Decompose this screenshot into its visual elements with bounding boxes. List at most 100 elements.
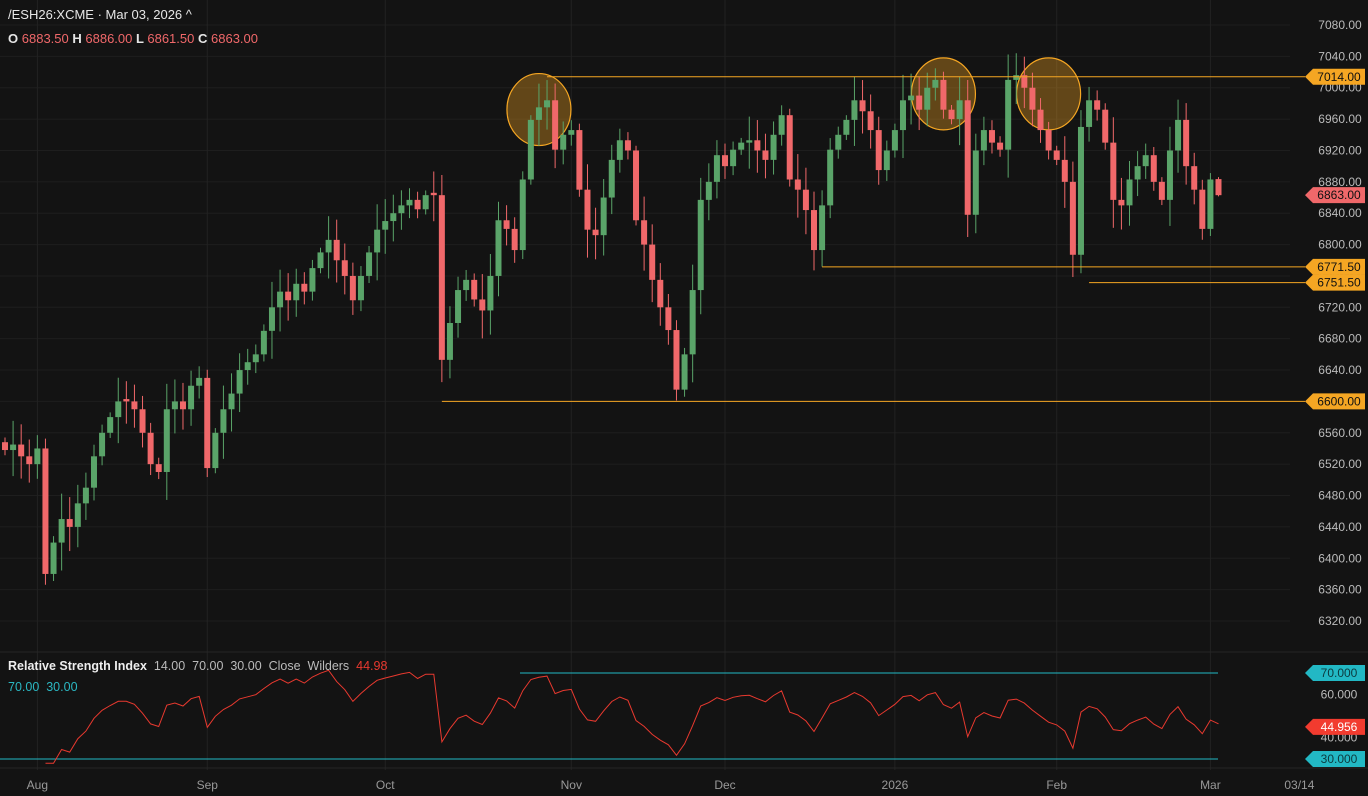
candle-up [851,100,857,120]
candle-up [1013,75,1019,80]
candle-down [1046,130,1052,150]
rsi-legend[interactable]: Relative Strength Index 14.00 70.00 30.0… [8,659,387,673]
candle-up [318,252,324,268]
candle-down [860,100,866,111]
candle-up [91,456,97,487]
symbol-title[interactable]: /ESH26:XCME · Mar 03, 2026 ^ [8,7,192,22]
candle-up [326,240,332,253]
candle-up [269,307,275,331]
level-tag-label: 6771.50 [1317,260,1361,274]
candle-down [593,230,599,235]
candle-up [957,100,963,119]
open-value: 6883.50 [22,31,69,46]
candle-up [746,140,752,142]
candle-down [1191,166,1197,190]
candle-down [18,445,24,457]
candle-down [1070,182,1076,255]
candle-up [1078,127,1084,255]
y-tick-label: 6840.00 [1318,206,1362,220]
candle-down [156,464,162,472]
x-tick-label: Sep [197,778,219,792]
candle-down [795,179,801,189]
collapse-caret-icon[interactable]: ^ [186,7,192,22]
rsi-value: 44.98 [356,659,387,673]
candle-up [487,276,493,311]
y-tick-label: 6320.00 [1318,614,1362,628]
candle-up [358,276,364,300]
candle-down [584,190,590,230]
candle-down [673,330,679,390]
y-tick-label: 6480.00 [1318,489,1362,503]
candle-down [140,409,146,433]
highlight-circle [1017,58,1081,130]
candle-down [787,115,793,179]
rsi-band-tag-label: 30.000 [1321,752,1358,766]
candle-down [1062,160,1068,182]
candle-up [536,107,542,120]
candle-up [528,120,534,180]
candle-down [471,280,477,300]
candle-down [1183,120,1189,166]
candle-up [164,409,170,472]
y-tick-label: 6720.00 [1318,300,1362,314]
candle-down [350,276,356,300]
rsi-title: Relative Strength Index [8,659,147,673]
candle-up [99,433,105,457]
candle-down [342,260,348,276]
candle-up [706,182,712,200]
candle-up [900,100,906,130]
candle-down [722,155,728,166]
y-tick-label: 6680.00 [1318,332,1362,346]
y-tick-label: 6920.00 [1318,143,1362,157]
rsi-current-label: 44.956 [1321,720,1358,734]
candle-down [26,456,32,464]
candle-down [1094,100,1100,109]
candle-up [560,135,566,150]
candle-up [455,290,461,323]
candle-up [212,433,218,468]
candle-up [423,195,429,209]
x-tick-label: Mar [1200,778,1221,792]
candle-up [779,115,785,135]
candle-down [131,401,137,409]
x-tick-label: Feb [1046,778,1067,792]
candle-up [682,354,688,389]
candle-down [2,442,8,450]
candle-down [204,378,210,468]
candle-up [115,401,121,417]
candle-down [657,280,663,307]
candle-up [1207,179,1213,228]
candle-down [576,130,582,190]
candle-up [107,417,113,433]
candle-up [617,140,623,160]
price-chart[interactable]: 6320.006360.006400.006440.006480.006520.… [0,0,1368,796]
candle-down [997,143,1003,150]
candle-up [51,543,57,574]
candle-up [398,205,404,213]
candle-up [463,280,469,290]
candle-up [172,401,178,409]
candle-down [649,245,655,280]
candle-up [75,503,81,527]
candle-up [309,268,315,292]
candle-up [374,230,380,253]
candle-up [771,135,777,160]
candle-up [253,354,259,362]
candle-down [334,240,340,260]
rsi-band-tag-label: 70.000 [1321,666,1358,680]
candle-down [762,150,768,159]
close-value: 6863.00 [211,31,258,46]
rsi-line [46,670,1219,763]
candle-up [738,143,744,150]
candle-down [479,299,485,310]
candle-down [940,80,946,110]
ohlc-legend: O 6883.50 H 6886.00 L 6861.50 C 6863.00 [8,31,258,46]
candle-down [1110,143,1116,200]
candle-up [59,519,65,543]
x-tick-label: Nov [561,778,582,792]
y-tick-label: 6440.00 [1318,520,1362,534]
candle-up [1175,120,1181,151]
candle-up [188,386,194,410]
candle-up [544,100,550,107]
low-value: 6861.50 [147,31,194,46]
